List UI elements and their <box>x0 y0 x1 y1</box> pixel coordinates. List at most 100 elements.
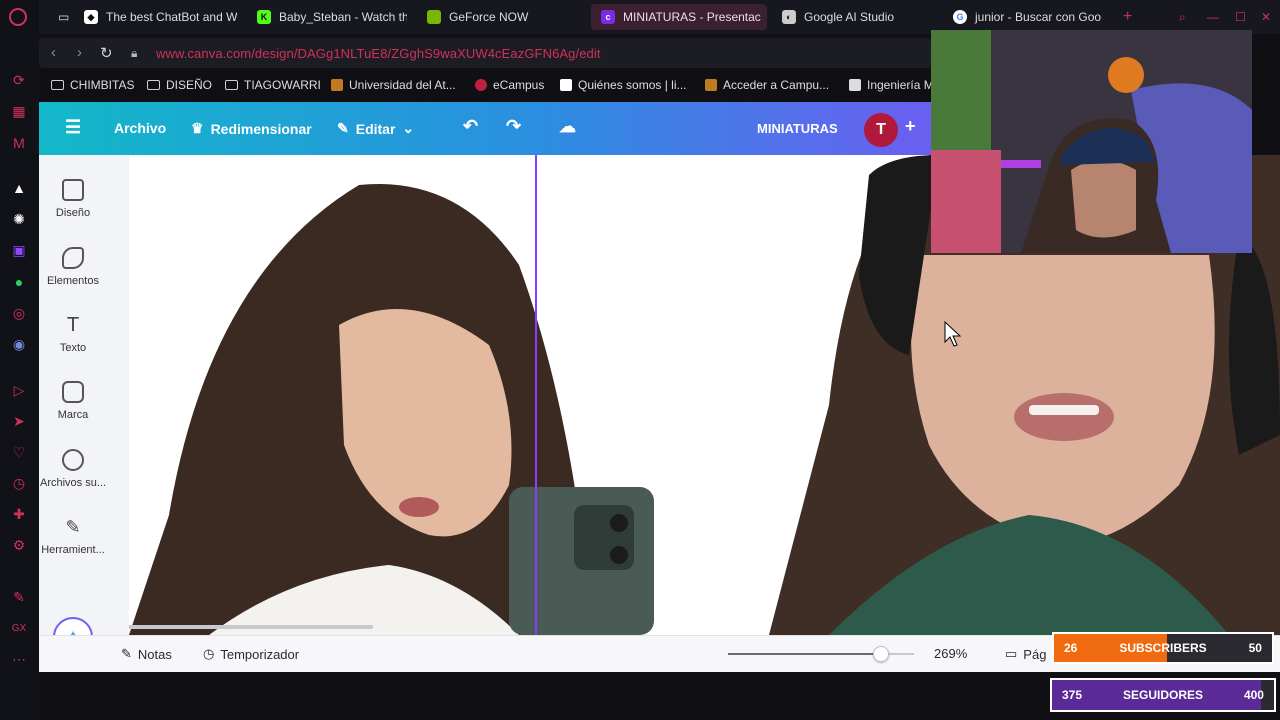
opera-gx-logo-icon[interactable] <box>9 8 27 26</box>
zoom-slider[interactable] <box>728 646 914 662</box>
bookmark-folder[interactable]: DISEÑO <box>147 78 212 92</box>
tab-strip: ▭ ◆ The best ChatBot and W K Baby_Steban… <box>39 0 1280 34</box>
discord-icon[interactable]: ◉ <box>9 334 29 354</box>
timer-button[interactable]: ◷ Temporizador <box>203 646 299 662</box>
bookmark-label: Ingeniería M <box>867 78 934 92</box>
followers-label: SEGUIDORES <box>1122 688 1203 702</box>
bookmark-link[interactable]: Quiénes somos | li... <box>560 78 687 92</box>
chevron-down-icon: ⌄ <box>402 120 415 136</box>
reload-icon[interactable]: ↻ <box>100 44 113 62</box>
bookmark-folder[interactable]: CHIMBITAS <box>51 78 134 92</box>
panel-item-tools[interactable]: ✎ Herramient... <box>39 516 107 556</box>
panel-item-text[interactable]: T Texto <box>39 314 107 354</box>
webcam-feed <box>931 30 1252 253</box>
avatar[interactable]: T <box>864 113 898 147</box>
bookmark-label: Acceder a Campu... <box>723 78 830 92</box>
pages-button[interactable]: ▭ Pág <box>1005 646 1046 662</box>
gx-store-icon[interactable]: GX <box>9 618 29 638</box>
close-icon[interactable]: ✕ <box>1251 4 1273 30</box>
pink-jersey <box>931 150 1001 253</box>
whatsapp-icon[interactable]: ● <box>9 272 29 292</box>
bookmark-link[interactable]: Universidad del At... <box>331 78 456 92</box>
resize-button[interactable]: ♛ Redimensionar <box>191 120 312 137</box>
add-collaborator-icon[interactable]: + <box>905 116 916 137</box>
url-input[interactable]: www.canva.com/design/DAGg1NLTuE8/ZGghS9w… <box>156 46 601 61</box>
panel-item-elements[interactable]: Elementos <box>39 247 107 287</box>
tab-ai-studio[interactable]: ◐ Google AI Studio <box>772 4 942 30</box>
browser-sidebar: ⟳ ▦ M ▲ ✺ ▣ ● ◎ ◉ ▷ ➤ ♡ ◷ ✚ ⚙ ✎ GX ⋯ <box>0 0 39 720</box>
canva-icon: c <box>601 10 615 24</box>
menu-icon[interactable]: ☰ <box>65 117 81 138</box>
notes-button[interactable]: ✎ Notas <box>121 646 172 662</box>
panel-item-label: Marca <box>57 409 89 421</box>
twitch-icon[interactable]: ▣ <box>9 240 29 260</box>
university-icon <box>705 79 717 91</box>
maximize-icon[interactable]: ☐ <box>1225 4 1247 30</box>
ai-studio-icon: ◐ <box>782 10 796 24</box>
forward-icon[interactable]: › <box>77 44 82 61</box>
folder-icon <box>225 80 238 90</box>
tab-title: GeForce NOW <box>449 10 529 24</box>
wix-icon <box>560 79 572 91</box>
pages-icon: ▭ <box>1005 646 1018 661</box>
tab-title: Baby_Steban - Watch th <box>279 10 407 24</box>
lock-icon: 🔒︎ <box>131 46 138 60</box>
right-woman-lips <box>1014 393 1114 441</box>
tab-geforce[interactable]: GeForce NOW <box>417 4 577 30</box>
tools-icon: ✎ <box>65 517 81 537</box>
tab-chatbot[interactable]: ◆ The best ChatBot and W <box>74 4 237 30</box>
timer-label: Temporizador <box>220 646 300 662</box>
gx-mods-icon[interactable]: ✎ <box>9 587 29 607</box>
tab-manager-icon[interactable]: ▭ <box>48 4 76 30</box>
panel-item-uploads[interactable]: Archivos su... <box>39 449 107 489</box>
panel-item-design[interactable]: Diseño <box>39 179 107 219</box>
tab-kick[interactable]: K Baby_Steban - Watch th <box>247 4 407 30</box>
search-tabs-icon[interactable]: ⌕ <box>1169 4 1191 30</box>
bookmark-label: Universidad del At... <box>349 78 456 92</box>
gmail-icon[interactable]: M <box>9 133 29 153</box>
bookmark-label: TIAGOWARRI <box>244 78 321 92</box>
panel-item-brand[interactable]: Marca <box>39 381 107 421</box>
zoom-slider-handle[interactable] <box>872 646 889 662</box>
aria-icon[interactable]: ▲ <box>9 178 29 198</box>
send-icon[interactable]: ➤ <box>9 411 29 431</box>
zoom-slider-fill <box>728 653 881 655</box>
gx-control-icon[interactable]: ▦ <box>9 101 29 121</box>
minimize-icon[interactable]: — <box>1197 4 1219 30</box>
address-bar: ‹ › ↻ 🔒︎ www.canva.com/design/DAGg1NLTuE… <box>39 38 931 68</box>
history-icon[interactable]: ◷ <box>9 473 29 493</box>
heart-icon[interactable]: ♡ <box>9 442 29 462</box>
extensions-icon[interactable]: ✚ <box>9 504 29 524</box>
chatgpt-icon[interactable]: ✺ <box>9 209 29 229</box>
design-title[interactable]: MINIATURAS <box>757 121 838 136</box>
bookmark-link[interactable]: eCampus <box>475 78 544 92</box>
bookmark-link[interactable]: Ingeniería M <box>849 78 934 92</box>
timer-icon: ◷ <box>203 646 215 661</box>
bookmark-link[interactable]: Acceder a Campu... <box>705 78 829 92</box>
notes-label: Notas <box>137 646 172 662</box>
bookmark-folder[interactable]: TIAGOWARRI <box>225 78 321 92</box>
redo-icon[interactable]: ↷ <box>506 116 521 137</box>
settings-icon[interactable]: ⚙ <box>9 535 29 555</box>
subscribers-goal-widget: 26 SUBSCRIBERS 50 <box>1052 632 1274 664</box>
file-menu-button[interactable]: Archivo <box>114 120 166 136</box>
right-woman-teeth <box>1029 405 1099 415</box>
new-tab-button[interactable]: + <box>1113 4 1139 30</box>
edit-button[interactable]: ✎ Editar ⌄ <box>337 120 414 137</box>
cloud-saved-icon[interactable]: ☁ <box>559 117 576 137</box>
layout-icon <box>62 179 84 201</box>
left-woman-lips <box>399 497 439 517</box>
more-icon[interactable]: ⋯ <box>9 649 29 669</box>
undo-icon[interactable]: ↶ <box>463 116 478 137</box>
speed-dial-icon[interactable]: ⟳ <box>9 70 29 90</box>
nvidia-icon <box>427 10 441 24</box>
page-icon <box>849 79 861 91</box>
player-icon[interactable]: ▷ <box>9 380 29 400</box>
tab-google[interactable]: G junior - Buscar con Goo <box>943 4 1111 30</box>
horizontal-scrollbar[interactable] <box>129 625 373 629</box>
tab-canva[interactable]: c MINIATURAS - Presentac <box>591 4 767 30</box>
instagram-icon[interactable]: ◎ <box>9 303 29 323</box>
zoom-value[interactable]: 269% <box>934 646 967 661</box>
followers-goal: 400 <box>1243 688 1264 702</box>
back-icon[interactable]: ‹ <box>51 44 56 61</box>
